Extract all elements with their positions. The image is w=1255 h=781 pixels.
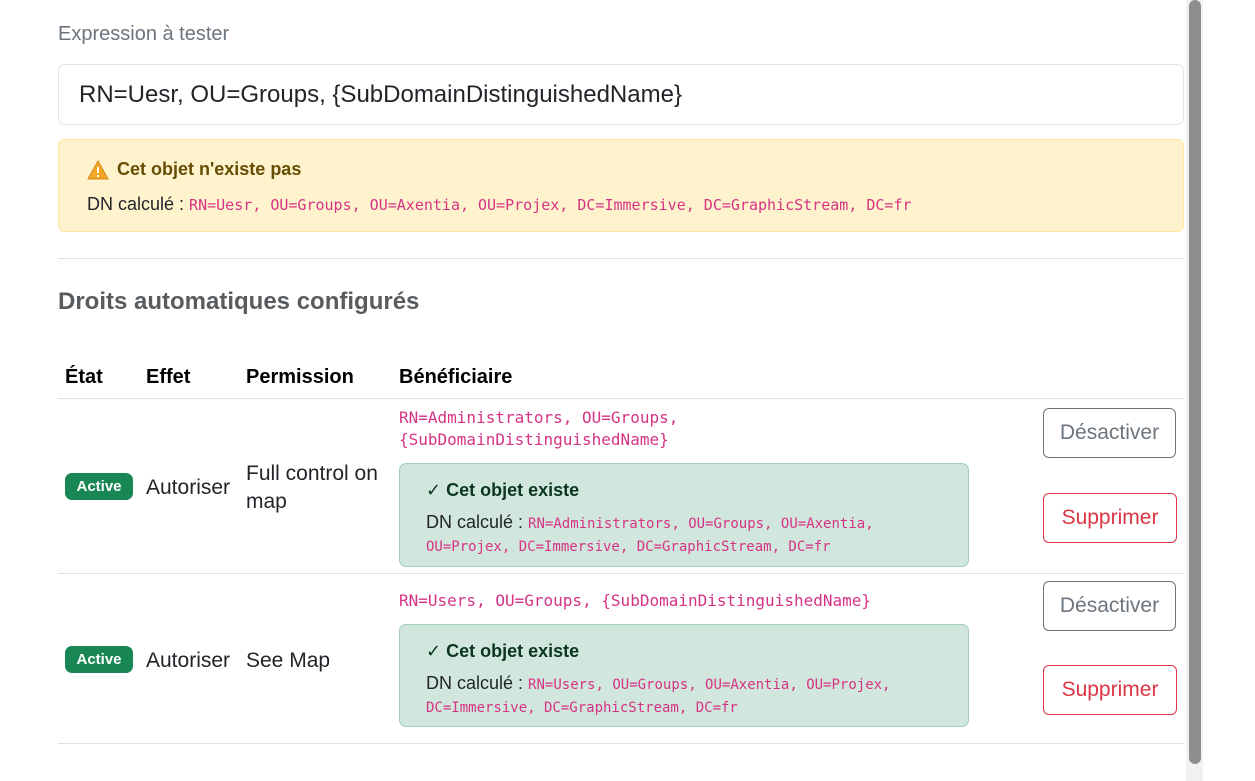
scrollbar-thumb[interactable] — [1189, 0, 1201, 764]
deactivate-button[interactable]: Désactiver — [1043, 408, 1176, 458]
dn-label: DN calculé : — [426, 512, 524, 532]
row-divider — [58, 743, 1184, 744]
header-permission: Permission — [246, 366, 354, 388]
success-dn: DN calculé : RN=Administrators, OU=Group… — [426, 512, 946, 558]
header-beneficiary: Bénéficiaire — [399, 366, 513, 388]
status-badge: Active — [65, 473, 133, 500]
beneficiary-cell: RN=Users, OU=Groups, {SubDomainDistingui… — [399, 590, 999, 612]
warning-title-text: Cet objet n'existe pas — [117, 159, 302, 179]
beneficiary-value: RN=Administrators, OU=Groups, {SubDomain… — [399, 408, 679, 449]
dn-value: RN=Uesr, OU=Groups, OU=Axentia, OU=Proje… — [189, 196, 912, 214]
success-title: ✓ Cet objet existe — [426, 480, 580, 500]
effect-cell: Autoriser — [146, 649, 231, 672]
success-title: ✓ Cet objet existe — [426, 641, 580, 661]
warning-triangle-icon — [87, 159, 109, 179]
expression-label: Expression à tester — [58, 23, 230, 45]
expression-input[interactable] — [58, 64, 1184, 125]
beneficiary-value: RN=Users, OU=Groups, {SubDomainDistingui… — [399, 591, 872, 610]
status-badge: Active — [65, 646, 133, 673]
header-effect: Effet — [146, 366, 191, 388]
success-dn: DN calculé : RN=Users, OU=Groups, OU=Axe… — [426, 673, 946, 719]
warning-title: Cet objet n'existe pas — [87, 159, 301, 180]
permission-cell: Full control on map — [246, 462, 378, 513]
delete-button[interactable]: Supprimer — [1043, 665, 1177, 715]
section-title: Droits automatiques configurés — [58, 288, 420, 315]
beneficiary-cell: RN=Administrators, OU=Groups, {SubDomain… — [399, 407, 739, 451]
success-alert: ✓ Cet objet existe DN calculé : RN=Users… — [399, 624, 969, 727]
row-divider — [58, 573, 1184, 574]
warning-dn: DN calculé : RN=Uesr, OU=Groups, OU=Axen… — [87, 194, 912, 215]
divider — [58, 258, 1184, 259]
effect-cell: Autoriser — [146, 476, 231, 499]
dn-label: DN calculé : — [426, 673, 524, 693]
permission-cell: See Map — [246, 649, 331, 672]
delete-button[interactable]: Supprimer — [1043, 493, 1177, 543]
header-state: État — [65, 366, 103, 388]
success-alert: ✓ Cet objet existe DN calculé : RN=Admin… — [399, 463, 969, 567]
deactivate-button[interactable]: Désactiver — [1043, 581, 1176, 631]
table-header-divider — [58, 398, 1184, 399]
warning-alert: Cet objet n'existe pas DN calculé : RN=U… — [58, 139, 1184, 232]
dn-label: DN calculé : — [87, 194, 185, 214]
